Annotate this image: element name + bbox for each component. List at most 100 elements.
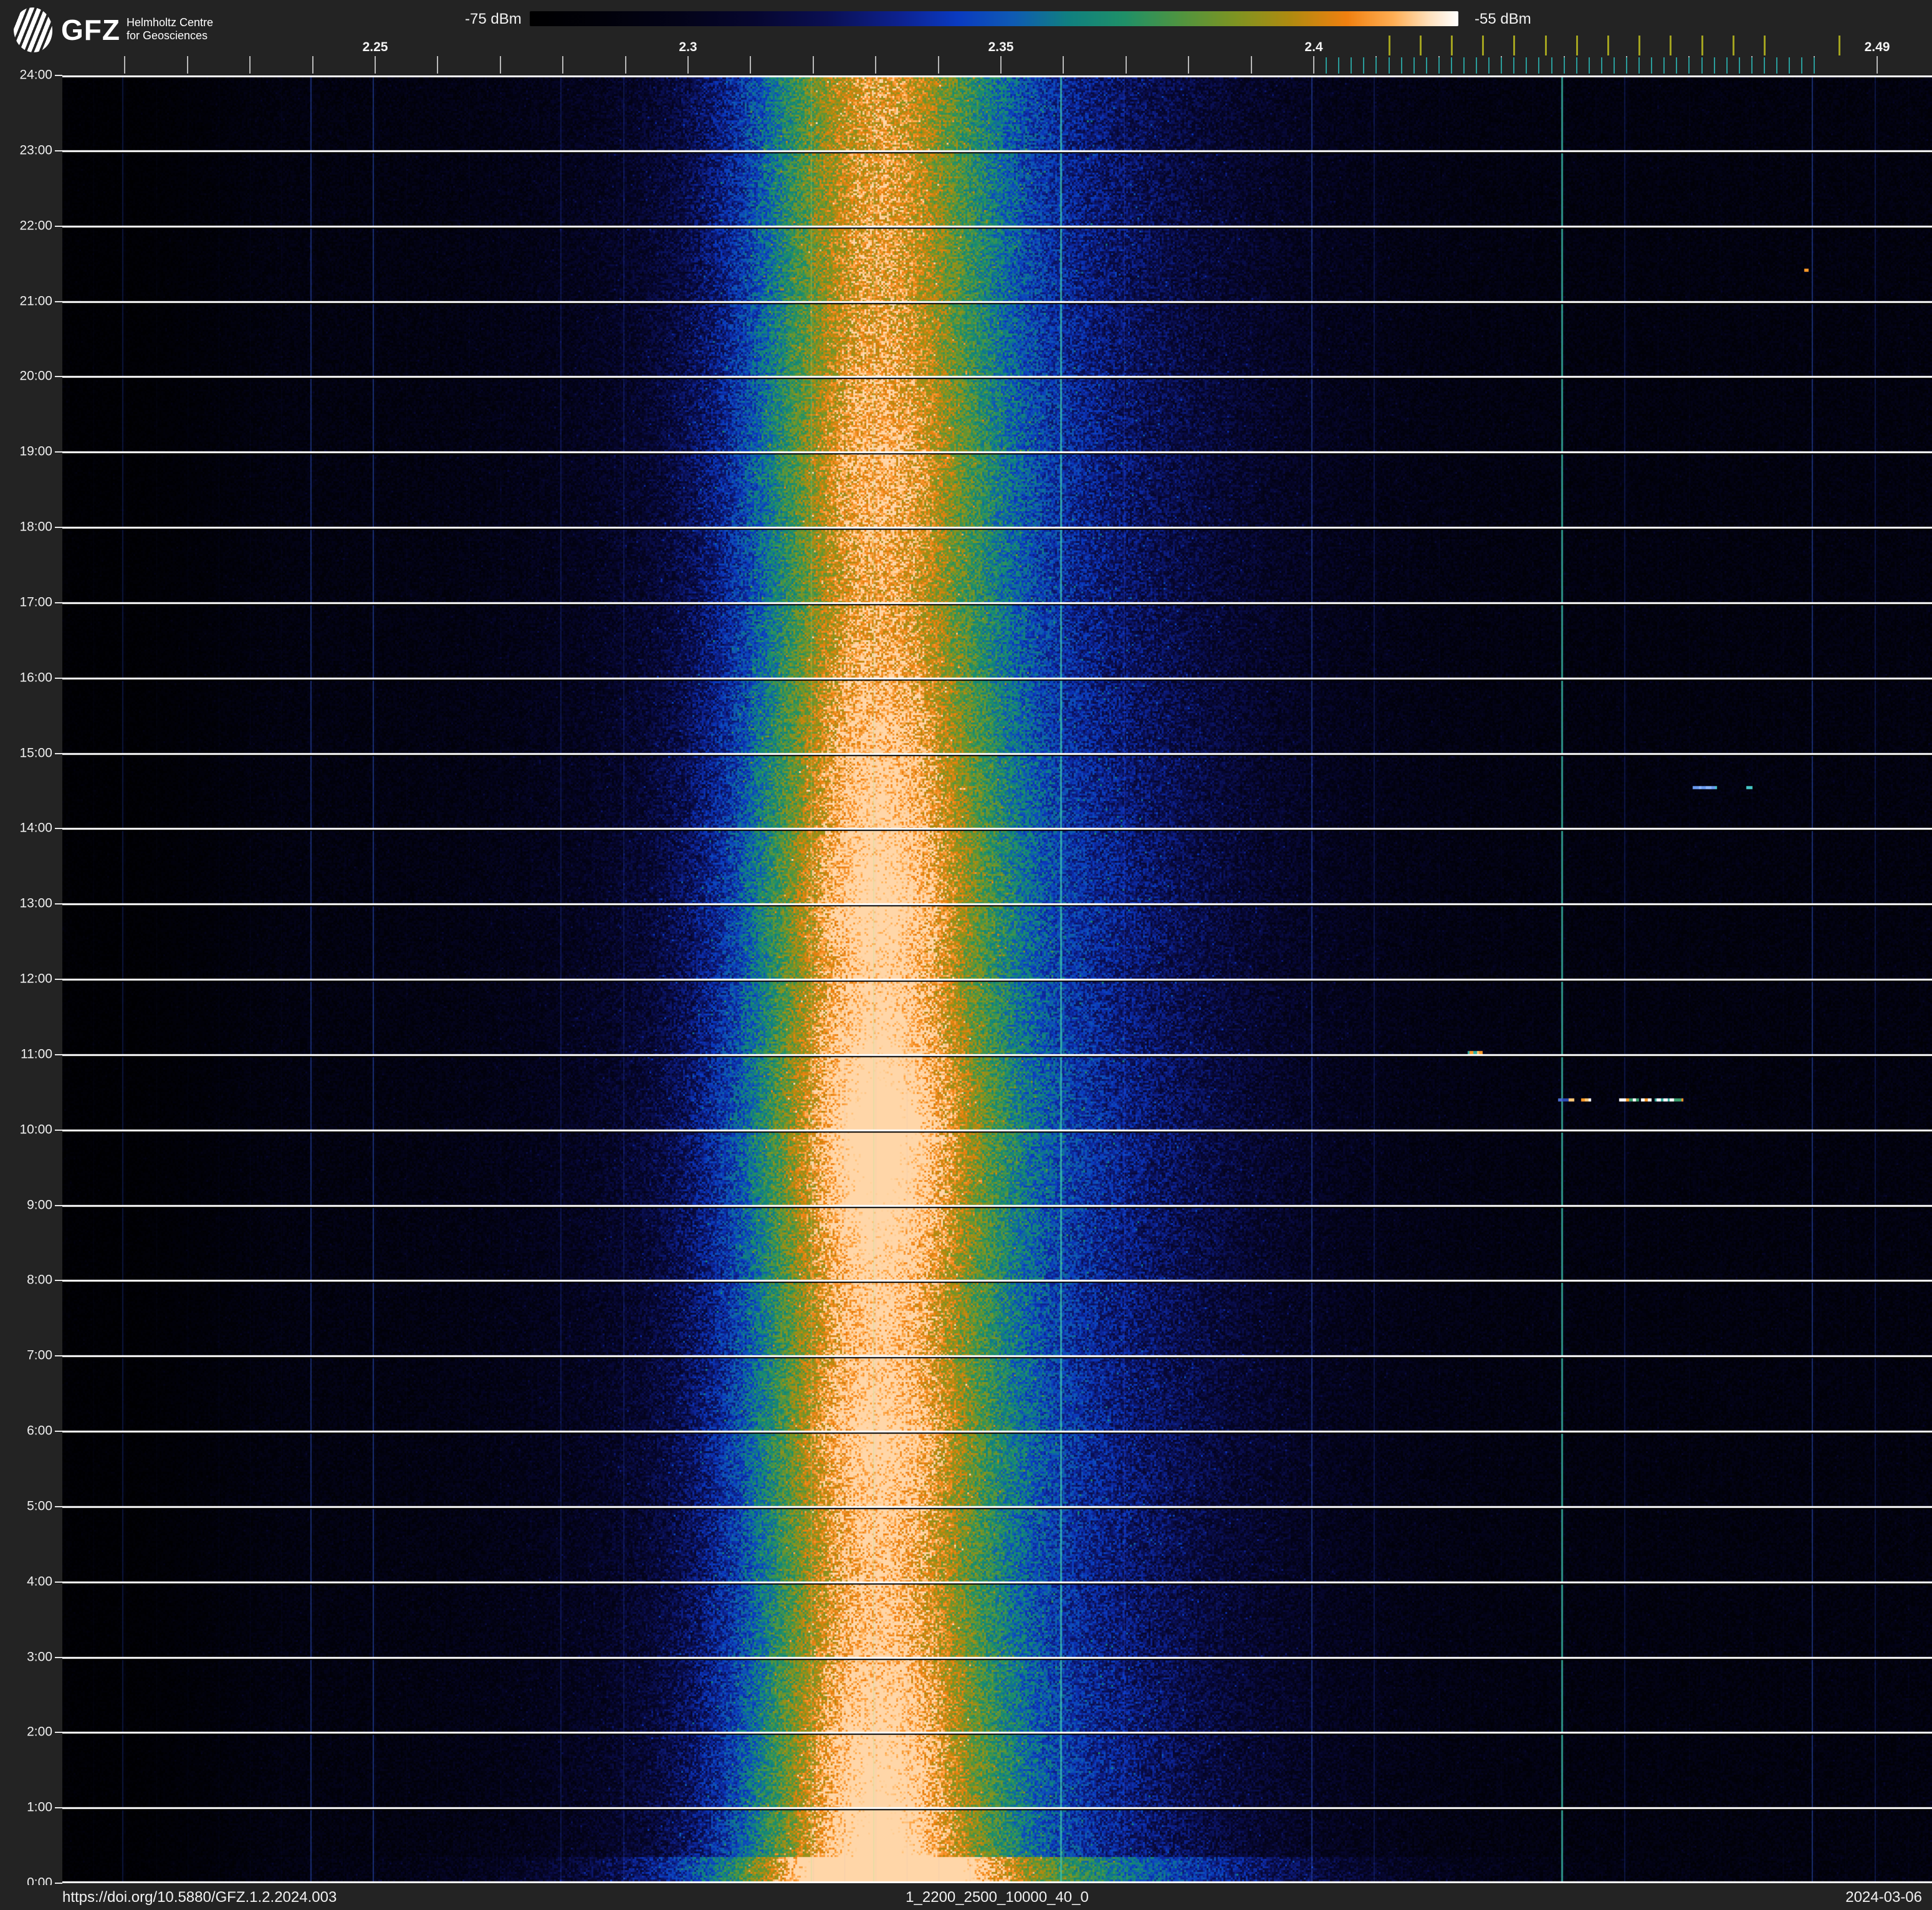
- time-axis-tick: [55, 979, 62, 980]
- ble-channel-tick: [1463, 57, 1465, 74]
- freq-major-tick: [938, 56, 939, 74]
- time-axis-tick: [55, 75, 62, 76]
- wifi-channel-tick: [1638, 36, 1640, 55]
- ble-channel-tick: [1814, 57, 1815, 74]
- ble-channel-tick: [1401, 57, 1402, 74]
- freq-tick-label: 2.4: [1304, 40, 1323, 54]
- time-axis-label: 23:00: [19, 143, 52, 158]
- time-axis-tick: [55, 225, 62, 227]
- freq-major-tick: [1000, 56, 1002, 74]
- spectrogram-figure: { "header": { "logo": { "brand": "GFZ", …: [0, 0, 1932, 1910]
- freq-major-tick: [124, 56, 125, 74]
- ble-channel-tick: [1776, 57, 1777, 74]
- time-axis-label: 7:00: [27, 1348, 52, 1363]
- gfz-tagline: Helmholtz Centre for Geosciences: [127, 16, 213, 42]
- ble-channel-tick: [1551, 57, 1552, 74]
- gfz-tagline-line2: for Geosciences: [126, 29, 208, 42]
- freq-major-tick: [750, 56, 751, 74]
- freq-major-tick: [375, 56, 376, 74]
- time-axis-tick: [55, 1807, 62, 1809]
- ble-channel-tick: [1589, 57, 1590, 74]
- ble-channel-tick: [1651, 57, 1652, 74]
- colorbar: [530, 11, 1458, 26]
- ble-channel-tick: [1789, 57, 1790, 74]
- time-axis-tick: [55, 1581, 62, 1583]
- time-axis-tick: [55, 1355, 62, 1357]
- freq-major-tick: [625, 56, 626, 74]
- time-axis-tick: [55, 1656, 62, 1658]
- time-axis-label: 19:00: [19, 444, 52, 459]
- ble-channel-tick: [1351, 57, 1352, 74]
- dataset-id: 1_2200_2500_10000_40_0: [906, 1889, 1089, 1906]
- time-axis-tick: [55, 1883, 62, 1884]
- time-axis-tick: [55, 828, 62, 830]
- time-axis-label: 24:00: [19, 67, 52, 82]
- time-axis-label: 13:00: [19, 896, 52, 911]
- time-axis-tick: [55, 1053, 62, 1055]
- ble-channel-tick: [1389, 57, 1390, 74]
- ble-channel-tick: [1363, 57, 1364, 74]
- time-axis-label: 4:00: [27, 1574, 52, 1589]
- time-axis-label: 17:00: [19, 595, 52, 610]
- time-axis-tick: [55, 602, 62, 603]
- ble-channel-tick: [1751, 57, 1753, 74]
- wifi-channel-tick: [1839, 36, 1840, 55]
- ble-channel-tick: [1676, 57, 1677, 74]
- ble-channel-tick: [1526, 57, 1527, 74]
- ble-channel-tick: [1476, 57, 1477, 74]
- time-axis-label: 11:00: [21, 1047, 52, 1062]
- freq-major-tick: [312, 56, 313, 74]
- ble-channel-tick: [1701, 57, 1703, 74]
- freq-major-tick: [1251, 56, 1252, 74]
- colorbar-max-label: -55 dBm: [1475, 11, 1531, 27]
- ble-channel-tick: [1726, 57, 1728, 74]
- wifi-channel-tick: [1420, 36, 1422, 55]
- time-axis-tick: [55, 1204, 62, 1206]
- ble-channel-tick: [1501, 57, 1502, 74]
- ble-channel-tick: [1513, 57, 1514, 74]
- time-axis-tick: [55, 1280, 62, 1282]
- ble-channel-tick: [1714, 57, 1715, 74]
- freq-major-tick: [875, 56, 876, 74]
- gfz-logo: GFZ Helmholtz Centre for Geosciences: [11, 5, 213, 55]
- freq-major-tick: [687, 56, 689, 74]
- freq-major-tick: [1877, 56, 1878, 74]
- time-axis-tick: [55, 376, 62, 378]
- freq-tick-label: 2.49: [1864, 40, 1890, 54]
- freq-major-tick: [1063, 56, 1064, 74]
- wifi-channel-tick: [1701, 36, 1703, 55]
- wifi-channel-tick: [1513, 36, 1515, 55]
- time-axis-label: 21:00: [19, 294, 52, 309]
- freq-major-tick: [437, 56, 438, 74]
- time-axis-label: 12:00: [19, 971, 52, 986]
- ble-channel-tick: [1663, 57, 1665, 74]
- ble-channel-tick: [1688, 57, 1690, 74]
- ble-channel-tick: [1638, 57, 1640, 74]
- wifi-channel-tick: [1607, 36, 1609, 55]
- time-axis-label: 1:00: [27, 1800, 52, 1815]
- time-axis-label: 8:00: [27, 1272, 52, 1287]
- time-axis-tick: [55, 752, 62, 754]
- footer: https://doi.org/10.5880/GFZ.1.2.2024.003…: [0, 1885, 1932, 1910]
- ble-channel-tick: [1801, 57, 1802, 74]
- ble-channel-tick: [1614, 57, 1615, 74]
- ble-channel-tick: [1739, 57, 1740, 74]
- ble-channel-tick: [1488, 57, 1490, 74]
- time-axis-label: 9:00: [27, 1197, 52, 1212]
- time-axis-label: 15:00: [19, 746, 52, 761]
- ble-channel-tick: [1576, 57, 1577, 74]
- ble-channel-tick: [1626, 57, 1627, 74]
- time-axis-label: 14:00: [19, 820, 52, 835]
- time-axis-tick: [55, 451, 62, 453]
- ble-channel-tick: [1538, 57, 1539, 74]
- colorbar-min-label: -75 dBm: [465, 11, 522, 27]
- doi-link: https://doi.org/10.5880/GFZ.1.2.2024.003: [62, 1889, 337, 1906]
- wifi-channel-tick: [1389, 36, 1390, 55]
- spectrogram-canvas: [62, 75, 1932, 1883]
- wifi-channel-tick: [1451, 36, 1453, 55]
- time-axis-tick: [55, 903, 62, 905]
- time-axis-label: 22:00: [19, 218, 52, 233]
- time-axis-label: 10:00: [19, 1122, 52, 1137]
- ble-channel-tick: [1438, 57, 1440, 74]
- header: GFZ Helmholtz Centre for Geosciences -75…: [0, 0, 1932, 74]
